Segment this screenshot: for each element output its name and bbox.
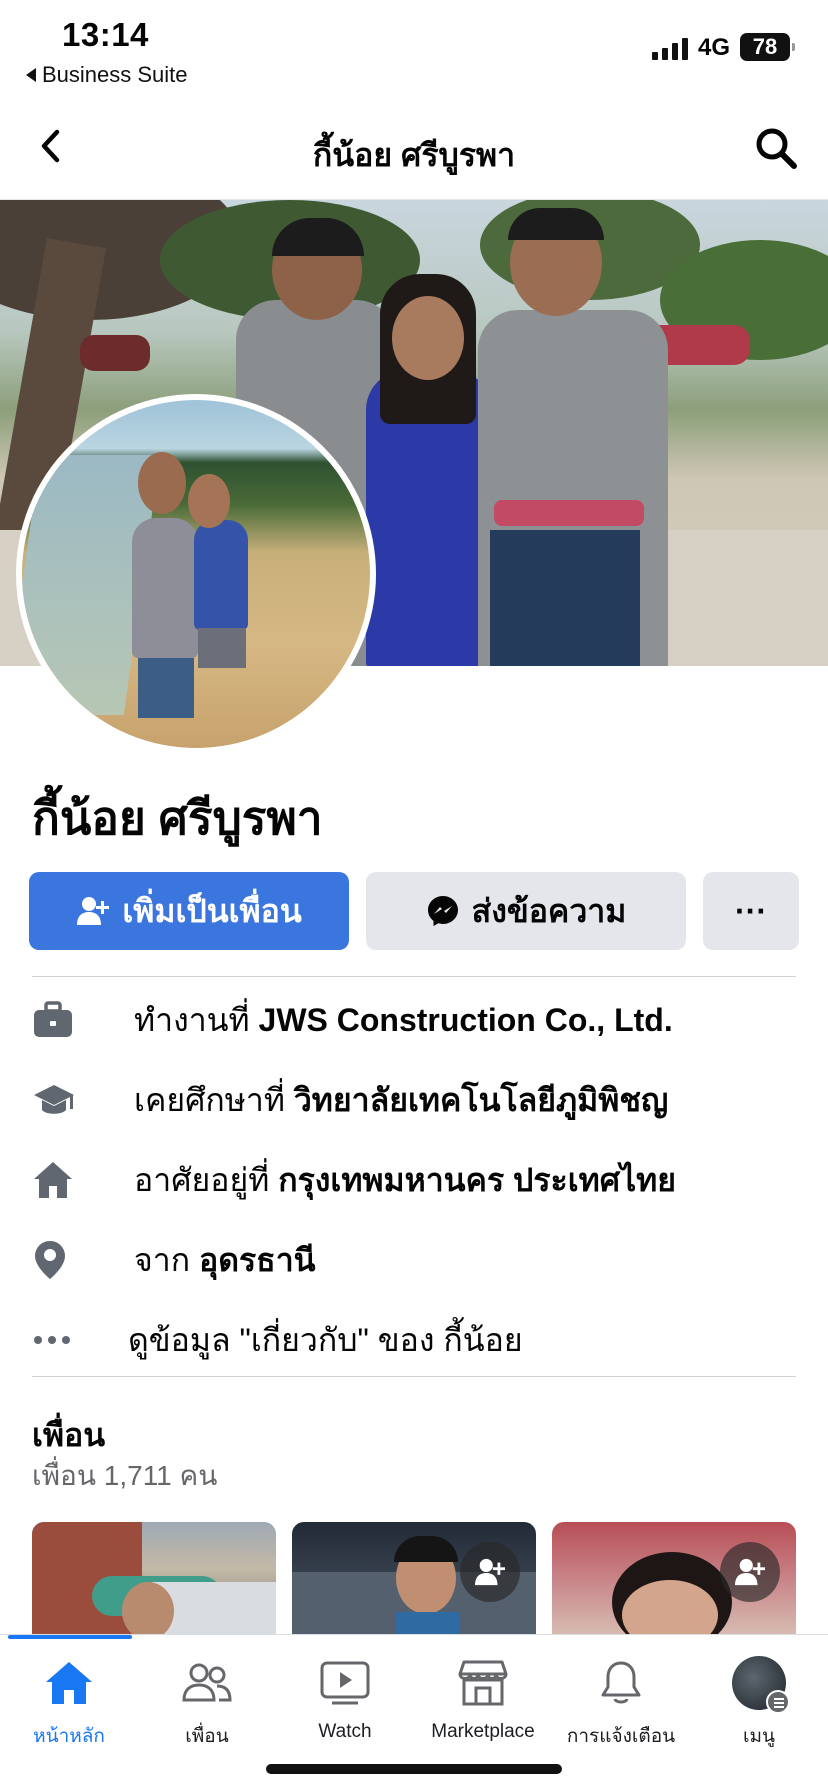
message-label: ส่งข้อความ <box>471 892 627 929</box>
home-icon <box>41 1655 97 1711</box>
battery-level: 78 <box>752 34 778 59</box>
info-work[interactable]: ทำงานที่ JWS Construction Co., Ltd. <box>32 990 802 1050</box>
info-work-value: JWS Construction Co., Ltd. <box>258 1001 673 1038</box>
friend-card[interactable] <box>552 1522 796 1640</box>
add-friend-icon <box>77 897 110 925</box>
profile-avatar[interactable] <box>16 394 376 754</box>
page-title: กี้น้อย ศรีบูรพา <box>312 137 516 173</box>
friend-card[interactable] <box>292 1522 536 1640</box>
add-friend-small-button[interactable] <box>460 1542 520 1602</box>
back-triangle-icon <box>26 68 36 82</box>
tab-friends[interactable]: เพื่อน <box>138 1655 276 1765</box>
network-type: 4G <box>698 34 731 61</box>
home-icon <box>32 1156 88 1204</box>
info-education-value: วิทยาลัยเทคโนโลยีภูมิพิชญ <box>293 1081 669 1118</box>
profile-actions: เพิ่มเป็นเพื่อน ส่งข้อความ ··· <box>29 872 799 950</box>
info-lives-in-prefix: อาศัยอยู่ที่ <box>134 1161 279 1198</box>
search-icon <box>756 128 797 169</box>
tab-marketplace-label: Marketplace <box>431 1721 535 1742</box>
bell-icon <box>593 1655 649 1711</box>
add-friend-small-button[interactable] <box>720 1542 780 1602</box>
battery-icon: 78 <box>740 33 795 61</box>
message-button[interactable]: ส่งข้อความ <box>366 872 686 950</box>
back-app-label: Business Suite <box>42 62 188 87</box>
tab-notifications-label: การแจ้งเตือน <box>566 1726 676 1747</box>
info-education[interactable]: เคยศึกษาที่ วิทยาลัยเทคโนโลยีภูมิพิชญ <box>32 1070 802 1130</box>
home-indicator <box>266 1764 562 1774</box>
add-friend-button[interactable]: เพิ่มเป็นเพื่อน <box>29 872 349 950</box>
location-pin-icon <box>32 1236 88 1284</box>
info-education-prefix: เคยศึกษาที่ <box>134 1081 294 1118</box>
nav-header: กี้น้อย ศรีบูรพา <box>0 96 828 200</box>
divider <box>32 1376 796 1377</box>
tab-home-label: หน้าหลัก <box>33 1726 105 1747</box>
info-from-value: อุดรธานี <box>198 1241 316 1278</box>
more-dots-icon: ··· <box>735 892 767 929</box>
info-from[interactable]: จาก อุดรธานี <box>32 1230 802 1290</box>
graduation-cap-icon <box>32 1076 88 1124</box>
active-tab-indicator <box>8 1635 132 1639</box>
tab-notifications[interactable]: การแจ้งเตือน <box>552 1655 690 1765</box>
info-lives-in-value: กรุงเทพมหานคร ประเทศไทย <box>278 1161 676 1198</box>
tab-menu[interactable]: เมนู <box>690 1655 828 1765</box>
menu-avatar-icon <box>731 1655 790 1714</box>
status-time: 13:14 <box>62 16 149 53</box>
add-friend-label: เพิ่มเป็นเพื่อน <box>122 892 302 929</box>
friends-count: เพื่อน 1,711 คน <box>32 1460 218 1491</box>
add-friend-icon <box>735 1558 765 1586</box>
divider <box>32 976 796 977</box>
tab-watch-label: Watch <box>318 1721 372 1742</box>
friends-icon <box>179 1655 235 1711</box>
status-bar: 13:14 Business Suite 4G 78 <box>0 0 828 96</box>
info-lives-in[interactable]: อาศัยอยู่ที่ กรุงเทพมหานคร ประเทศไทย <box>32 1150 802 1210</box>
briefcase-icon <box>32 996 88 1044</box>
add-friend-icon <box>475 1558 505 1586</box>
info-see-about[interactable]: ดูข้อมูล "เกี่ยวกับ" ของ กี้น้อย <box>32 1310 802 1370</box>
info-from-prefix: จาก <box>134 1241 199 1278</box>
tab-marketplace[interactable]: Marketplace <box>414 1655 552 1765</box>
info-work-prefix: ทำงานที่ <box>134 1001 259 1038</box>
search-button[interactable] <box>754 126 798 170</box>
info-see-about-label: ดูข้อมูล "เกี่ยวกับ" ของ กี้น้อย <box>128 1321 523 1358</box>
signal-icon <box>652 36 688 60</box>
friend-card[interactable] <box>32 1522 276 1640</box>
watch-icon <box>317 1655 373 1711</box>
tab-menu-label: เมนู <box>742 1726 775 1747</box>
tab-friends-label: เพื่อน <box>185 1726 229 1747</box>
more-options-button[interactable]: ··· <box>703 872 799 950</box>
messenger-icon <box>427 896 458 926</box>
profile-photo <box>22 400 370 748</box>
tab-home[interactable]: หน้าหลัก <box>0 1655 138 1765</box>
profile-name: กี้น้อย ศรีบูรพา <box>32 792 323 844</box>
back-to-app-link[interactable]: Business Suite <box>26 62 188 88</box>
more-dots-icon <box>32 1316 88 1364</box>
tab-watch[interactable]: Watch <box>276 1655 414 1765</box>
marketplace-icon <box>455 1655 511 1711</box>
